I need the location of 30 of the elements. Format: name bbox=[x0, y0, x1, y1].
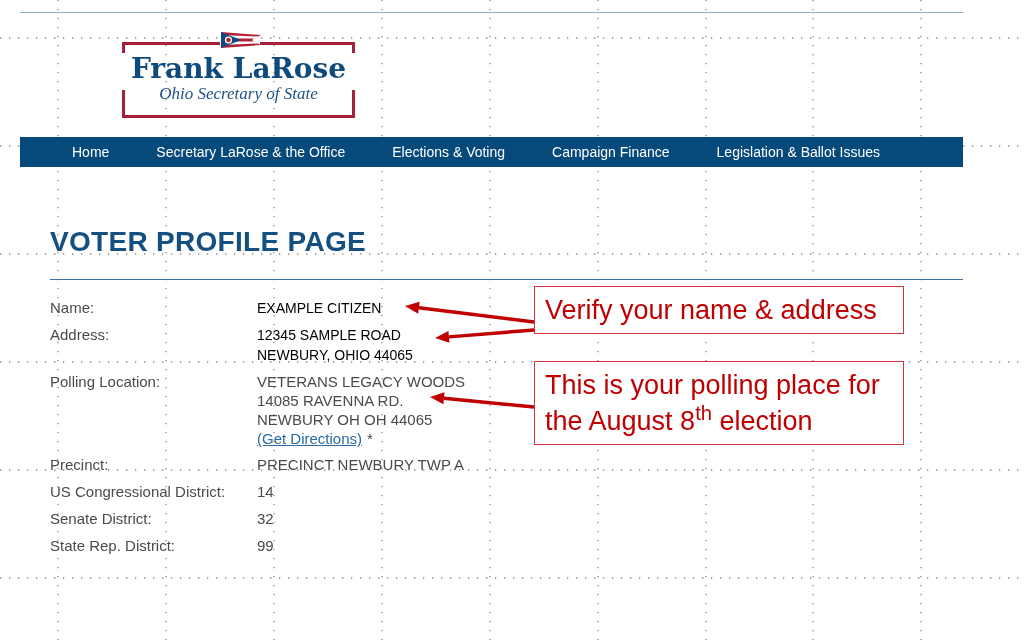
field-label: Address: bbox=[50, 325, 111, 345]
field-value: PRECINCT NEWBURY TWP A bbox=[257, 455, 464, 474]
field-label: Polling Location: bbox=[50, 372, 162, 392]
field-value: VETERANS LEGACY WOODS bbox=[257, 372, 466, 391]
field-label: US Congressional District: bbox=[50, 482, 227, 502]
callout: This is your polling place for the August 8$^{th}$ election bbox=[534, 361, 904, 445]
callout: Verify your name & address bbox=[534, 286, 904, 334]
logo-title: Frank LaRose bbox=[130, 54, 347, 84]
field-value: EXAMPLE CITIZEN bbox=[257, 299, 382, 318]
field-value: 12345 SAMPLE ROAD bbox=[257, 326, 401, 345]
field-label: Senate District: bbox=[50, 509, 153, 529]
field-label: Precinct: bbox=[50, 455, 110, 475]
nav-link[interactable]: Secretary LaRose & the Office bbox=[156, 143, 346, 161]
nav-link[interactable]: Home bbox=[72, 143, 110, 161]
field-label: State Rep. District: bbox=[50, 536, 177, 556]
logo-subtitle: Ohio Secretary of State bbox=[159, 84, 318, 104]
field-value: 99 bbox=[257, 536, 274, 555]
field-label: Name: bbox=[50, 298, 96, 318]
field-value: 14 bbox=[257, 482, 274, 501]
nav-link[interactable]: Legislation & Ballot Issues bbox=[716, 143, 880, 161]
field-value: 14085 RAVENNA RD. bbox=[257, 391, 404, 410]
page-title: VOTER PROFILE PAGE bbox=[50, 227, 367, 256]
directions-link[interactable]: (Get Directions) bbox=[257, 429, 363, 448]
field-value: 32 bbox=[257, 509, 274, 528]
field-value: NEWBURY, OHIO 44065 bbox=[257, 346, 413, 365]
field-value: NEWBURY OH OH 44065 bbox=[257, 410, 433, 429]
nav-link[interactable]: Elections & Voting bbox=[392, 143, 506, 161]
footnote-mark: * bbox=[367, 429, 373, 448]
flag-icon bbox=[221, 32, 261, 48]
nav-link[interactable]: Campaign Finance bbox=[552, 143, 670, 161]
